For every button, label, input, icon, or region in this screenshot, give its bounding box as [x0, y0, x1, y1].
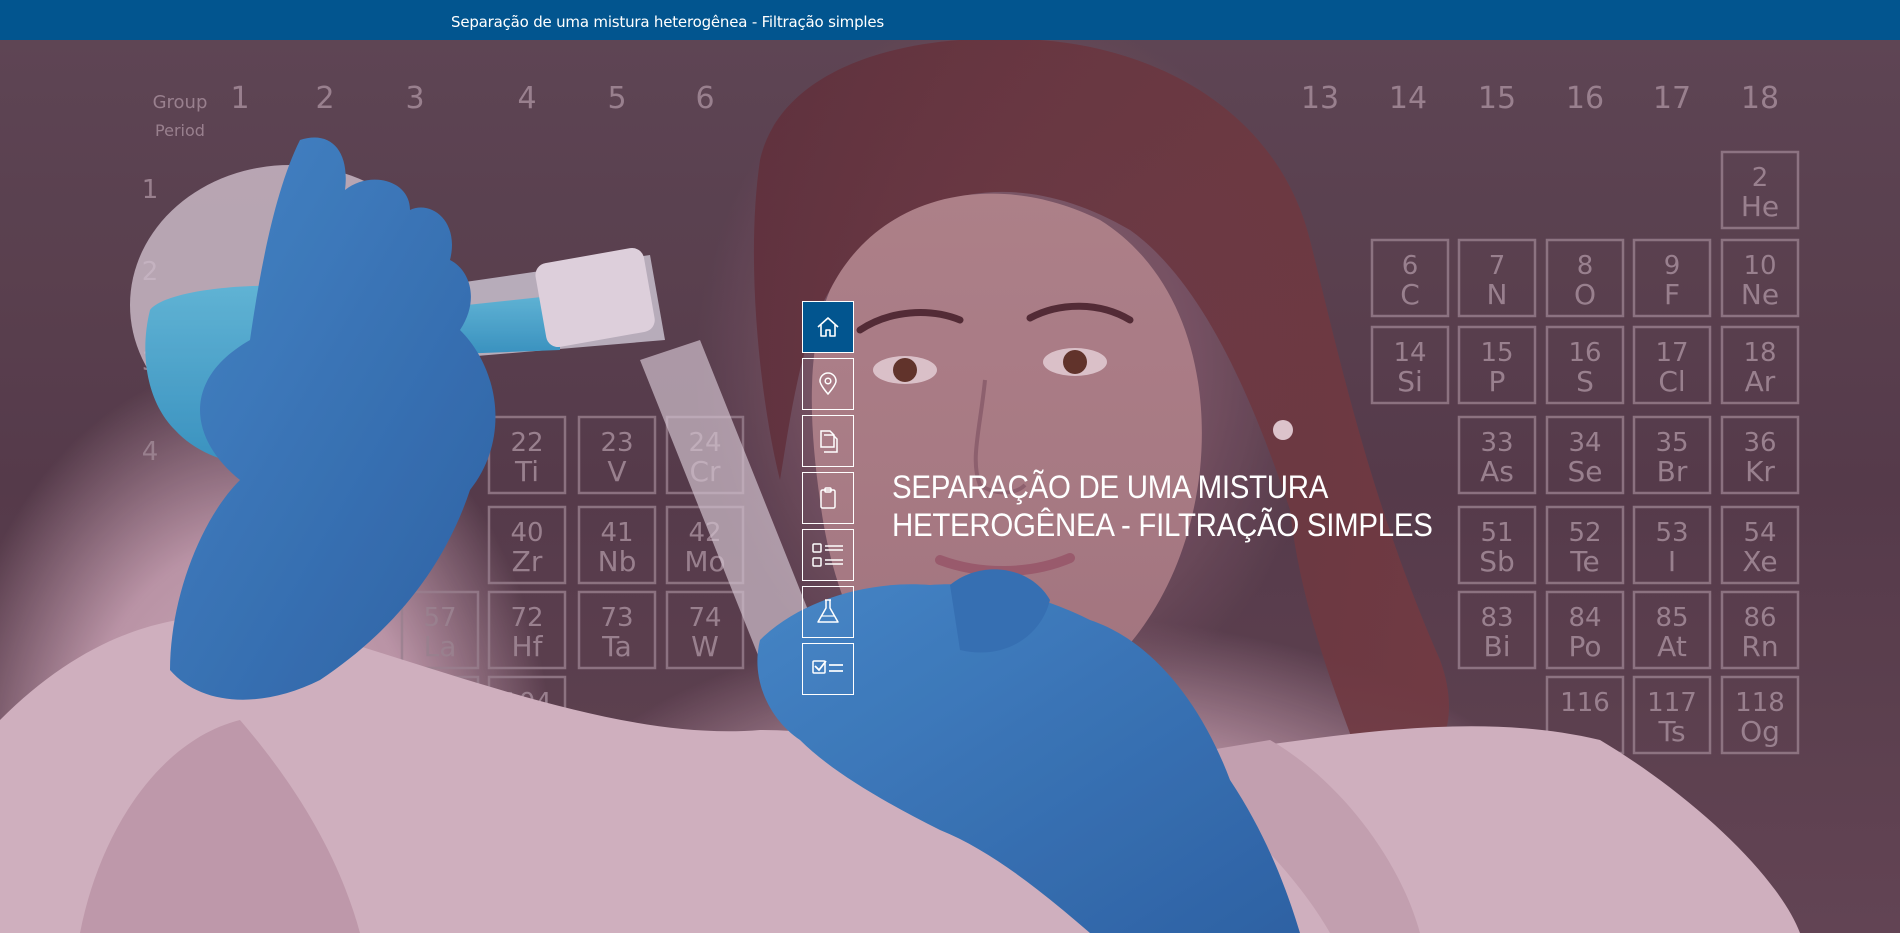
nav-documents-button[interactable] — [802, 415, 854, 467]
nav-location-button[interactable] — [802, 358, 854, 410]
clipboard-icon — [820, 487, 836, 509]
nav-checklist-button[interactable] — [802, 643, 854, 695]
nav-list-button[interactable] — [802, 529, 854, 581]
map-pin-icon — [819, 372, 837, 396]
top-bar: Separação de uma mistura heterogênea - F… — [0, 0, 1900, 40]
nav-home-button[interactable] — [802, 301, 854, 353]
hero-title-line-2: HETEROGÊNEA - FILTRAÇÃO SIMPLES — [892, 507, 1433, 543]
side-nav — [802, 301, 854, 700]
hero-title: SEPARAÇÃO DE UMA MISTURA HETEROGÊNEA - F… — [892, 468, 1462, 544]
hero-title-line-1: SEPARAÇÃO DE UMA MISTURA — [892, 469, 1329, 505]
nav-clipboard-button[interactable] — [802, 472, 854, 524]
page-title: Separação de uma mistura heterogênea - F… — [451, 13, 885, 31]
nav-lab-button[interactable] — [802, 586, 854, 638]
checklist-icon — [812, 660, 843, 674]
flask-icon — [817, 599, 839, 623]
list-icon — [812, 543, 843, 567]
home-icon — [817, 317, 839, 337]
documents-icon — [820, 430, 838, 453]
